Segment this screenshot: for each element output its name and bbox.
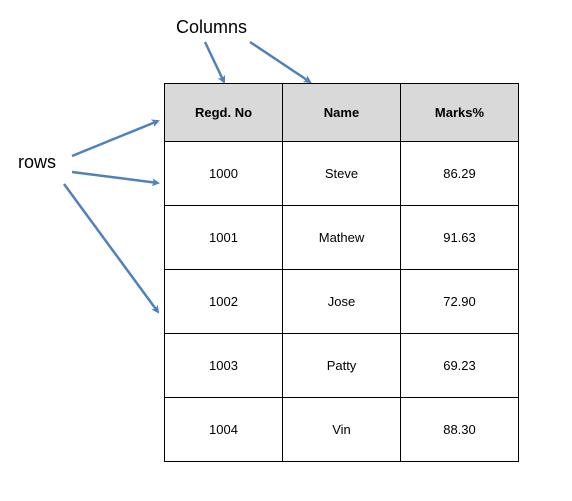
cell-marks: 86.29 xyxy=(401,142,519,206)
rows-label: rows xyxy=(18,152,56,173)
cell-marks: 72.90 xyxy=(401,270,519,334)
cell-marks: 88.30 xyxy=(401,398,519,462)
table-row: 1001 Mathew 91.63 xyxy=(165,206,519,270)
cell-name: Steve xyxy=(283,142,401,206)
table-row: 1000 Steve 86.29 xyxy=(165,142,519,206)
header-name: Name xyxy=(283,84,401,142)
cell-name: Mathew xyxy=(283,206,401,270)
arrow-rows-2 xyxy=(72,172,158,183)
cell-name: Vin xyxy=(283,398,401,462)
header-marks: Marks% xyxy=(401,84,519,142)
arrow-columns-2 xyxy=(250,42,310,82)
arrow-rows-3 xyxy=(64,184,158,312)
cell-marks: 69.23 xyxy=(401,334,519,398)
cell-marks: 91.63 xyxy=(401,206,519,270)
header-regd-no: Regd. No xyxy=(165,84,283,142)
arrow-columns-1 xyxy=(205,42,224,82)
cell-regd-no: 1000 xyxy=(165,142,283,206)
table-row: 1002 Jose 72.90 xyxy=(165,270,519,334)
student-table: Regd. No Name Marks% 1000 Steve 86.29 10… xyxy=(164,83,519,462)
columns-label: Columns xyxy=(176,17,247,38)
diagram-canvas: Columns rows Regd. No Name Marks% xyxy=(0,0,572,501)
cell-regd-no: 1002 xyxy=(165,270,283,334)
cell-name: Jose xyxy=(283,270,401,334)
table-row: 1003 Patty 69.23 xyxy=(165,334,519,398)
table-row: 1004 Vin 88.30 xyxy=(165,398,519,462)
table-container: Regd. No Name Marks% 1000 Steve 86.29 10… xyxy=(164,83,519,462)
cell-regd-no: 1001 xyxy=(165,206,283,270)
arrow-rows-1 xyxy=(72,121,158,156)
table-header-row: Regd. No Name Marks% xyxy=(165,84,519,142)
cell-name: Patty xyxy=(283,334,401,398)
cell-regd-no: 1004 xyxy=(165,398,283,462)
cell-regd-no: 1003 xyxy=(165,334,283,398)
